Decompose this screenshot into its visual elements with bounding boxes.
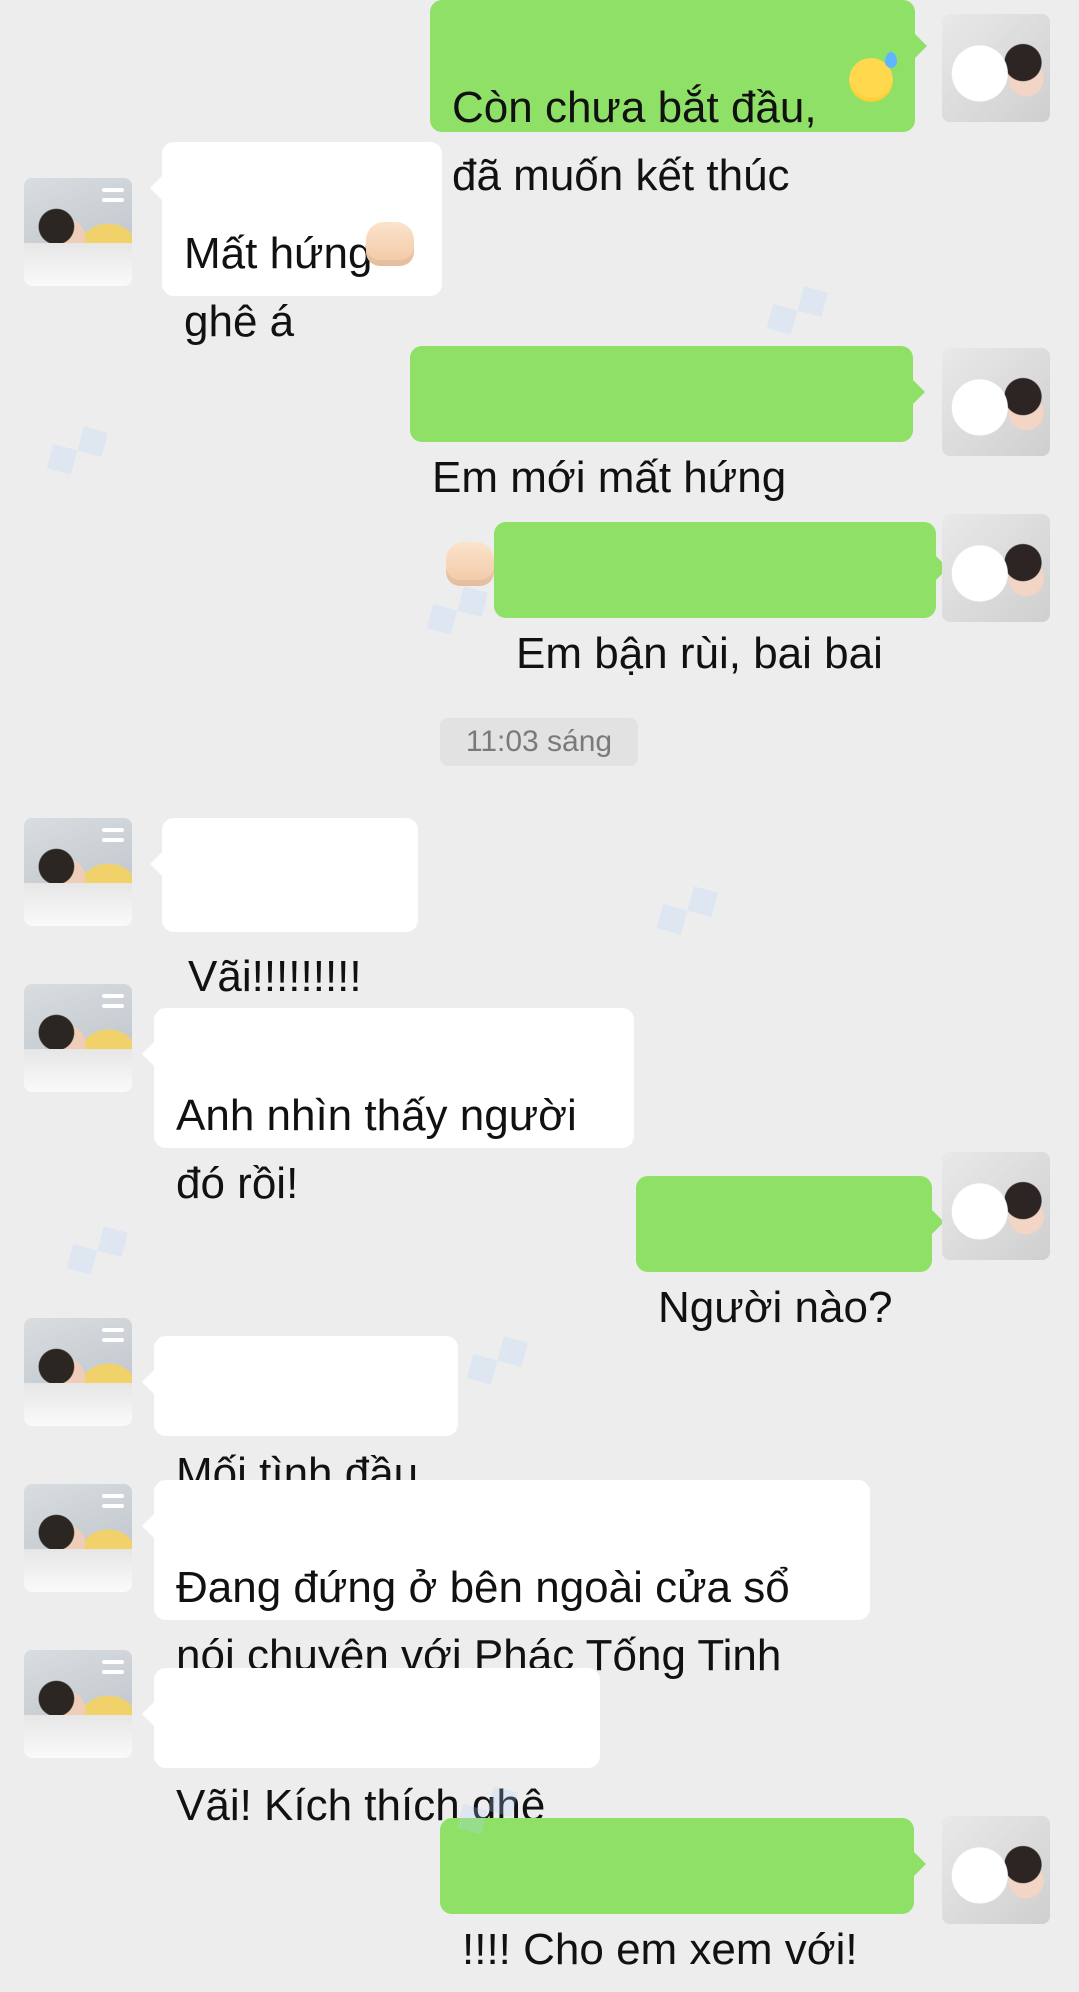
chat-thread[interactable]: Còn chưa bắt đầu, đã muốn kết thúc Mất h… (0, 0, 1079, 1974)
fist-emoji-icon (366, 222, 414, 266)
message-text: Vãi!!!!!!!!! (188, 952, 362, 1001)
message-text: Em bận rùi, bai bai (516, 629, 883, 678)
message-bubble-incoming[interactable]: Mối tình đầu (142, 1336, 458, 1498)
avatar-self[interactable] (942, 1152, 1050, 1260)
watermark-decoration: ◆◆ (641, 866, 730, 948)
message-bubble-outgoing[interactable]: Em bận rùi, bai bai (494, 522, 948, 678)
watermark-decoration: ◆◆ (751, 266, 840, 348)
message-bubble-incoming[interactable]: Mất hứng ghê á (150, 142, 442, 346)
message-bubble-outgoing[interactable]: Em mới mất hứng (410, 346, 925, 587)
watermark-decoration: ◆◆ (51, 1206, 140, 1288)
avatar-self[interactable] (942, 1816, 1050, 1924)
message-bubble-outgoing[interactable]: Còn chưa bắt đầu, đã muốn kết thúc (430, 0, 927, 200)
timestamp-label: 11:03 sáng (440, 718, 638, 766)
message-bubble-incoming[interactable]: Đang đứng ở bên ngoài cửa sổ nói chuyện … (142, 1480, 870, 1680)
fist-emoji-icon (446, 542, 494, 587)
avatar-contact[interactable] (24, 1318, 132, 1426)
sweat-smile-emoji-icon (849, 52, 897, 102)
avatar-contact[interactable] (24, 818, 132, 926)
message-bubble-outgoing[interactable]: !!!! Cho em xem với! (440, 1818, 926, 1974)
watermark-decoration: ◆◆ (31, 406, 120, 488)
message-text: Mất hứng ghê á (184, 229, 373, 346)
message-bubble-incoming[interactable]: Anh nhìn thấy người đó rồi! (142, 1008, 634, 1208)
avatar-self[interactable] (942, 14, 1050, 122)
avatar-self[interactable] (942, 514, 1050, 622)
avatar-self[interactable] (942, 348, 1050, 456)
avatar-contact[interactable] (24, 178, 132, 286)
message-text: Anh nhìn thấy người đó rồi! (176, 1091, 577, 1208)
message-bubble-incoming[interactable]: Vãi! Kích thích ghê (142, 1668, 600, 1830)
message-bubble-outgoing[interactable]: Người nào? (636, 1176, 944, 1332)
message-text: Em mới mất hứng (432, 453, 787, 502)
avatar-contact[interactable] (24, 1484, 132, 1592)
watermark-decoration: ◆◆ (451, 1316, 540, 1398)
message-bubble-incoming[interactable]: Vãi!!!!!!!!! (150, 818, 418, 1001)
avatar-contact[interactable] (24, 1650, 132, 1758)
message-text: Còn chưa bắt đầu, đã muốn kết thúc (452, 83, 817, 200)
message-text: !!!! Cho em xem với! (462, 1925, 858, 1974)
message-text: Đang đứng ở bên ngoài cửa sổ nói chuyện … (176, 1563, 790, 1680)
message-text: Người nào? (658, 1283, 893, 1332)
avatar-contact[interactable] (24, 984, 132, 1092)
